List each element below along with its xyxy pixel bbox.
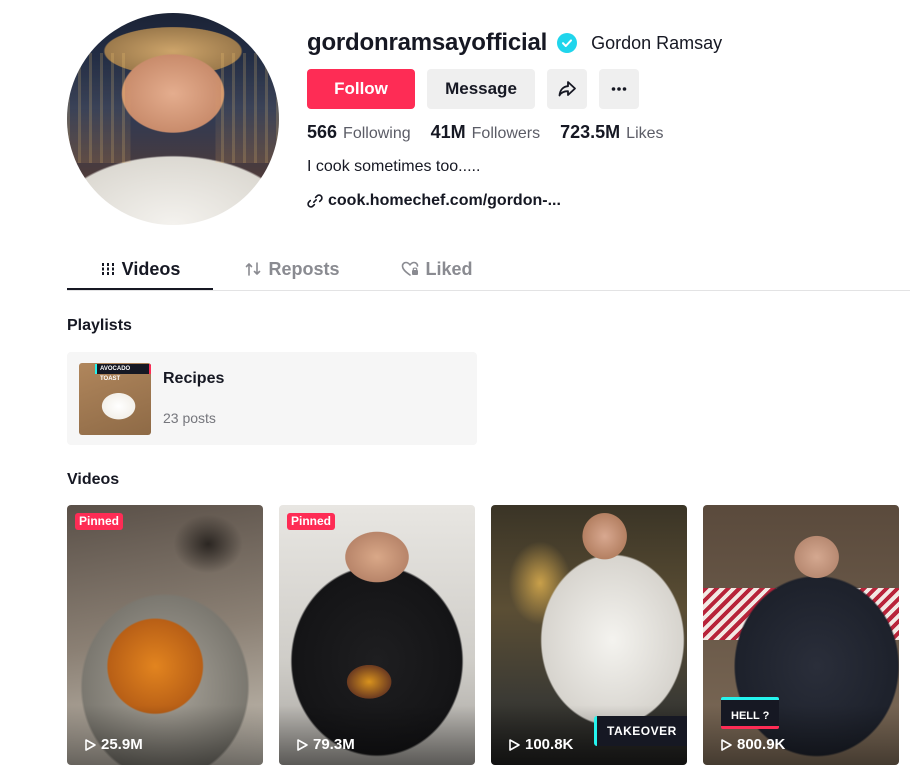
follow-button[interactable]: Follow bbox=[307, 69, 415, 109]
share-icon bbox=[558, 81, 576, 97]
message-button[interactable]: Message bbox=[427, 69, 535, 109]
tab-liked[interactable]: Liked bbox=[371, 248, 503, 290]
view-count: 100.8K bbox=[507, 736, 573, 753]
profile-bio: I cook sometimes too..... bbox=[307, 158, 481, 175]
repost-icon bbox=[246, 262, 261, 276]
tab-label: Liked bbox=[425, 258, 473, 279]
videos-heading: Videos bbox=[67, 471, 120, 488]
stat-value: 41M bbox=[430, 122, 466, 142]
tab-label: Reposts bbox=[268, 258, 340, 279]
stat-label: Following bbox=[343, 125, 411, 142]
stat-following[interactable]: 566 Following bbox=[307, 122, 411, 143]
profile-avatar[interactable] bbox=[67, 13, 279, 225]
play-icon bbox=[297, 738, 308, 751]
view-count: 25.9M bbox=[83, 736, 143, 753]
playlist-card[interactable]: AVOCADO TOAST Recipes 23 posts bbox=[67, 352, 477, 445]
verified-badge-icon bbox=[557, 33, 578, 53]
active-tab-indicator bbox=[67, 288, 213, 290]
heart-lock-icon bbox=[402, 261, 419, 276]
username-row: gordonramsayofficial Gordon Ramsay bbox=[307, 29, 722, 57]
profile-actions: Follow Message bbox=[307, 69, 639, 109]
view-count-value: 800.9K bbox=[737, 736, 786, 753]
video-card[interactable]: TAKEOVER 100.8K bbox=[491, 505, 687, 765]
video-card[interactable]: Pinned 25.9M bbox=[67, 505, 263, 765]
video-card[interactable]: HELL ? 800.9K bbox=[703, 505, 899, 765]
tab-videos[interactable]: Videos bbox=[67, 248, 213, 290]
playlist-thumbnail: AVOCADO TOAST bbox=[79, 363, 151, 435]
stat-likes: 723.5M Likes bbox=[560, 122, 663, 143]
playlist-name: Recipes bbox=[163, 370, 225, 387]
video-card[interactable]: Pinned 79.3M bbox=[279, 505, 475, 765]
pinned-badge: Pinned bbox=[287, 513, 336, 530]
more-options-button[interactable] bbox=[599, 69, 639, 109]
stat-value: 723.5M bbox=[560, 122, 621, 142]
link-icon bbox=[307, 194, 323, 208]
view-count-value: 79.3M bbox=[313, 736, 355, 753]
video-overlay bbox=[67, 705, 263, 765]
thumbnail-tag: AVOCADO TOAST bbox=[95, 364, 151, 382]
view-count-value: 25.9M bbox=[101, 736, 143, 753]
stat-followers[interactable]: 41M Followers bbox=[431, 122, 540, 143]
pinned-badge: Pinned bbox=[75, 513, 124, 530]
view-count: 800.9K bbox=[719, 736, 785, 753]
view-count: 79.3M bbox=[295, 736, 355, 753]
view-count-value: 100.8K bbox=[525, 736, 574, 753]
play-icon bbox=[721, 738, 732, 751]
stat-label: Followers bbox=[471, 125, 541, 142]
profile-tabs: Videos Reposts Liked bbox=[67, 248, 910, 291]
grid-icon bbox=[100, 263, 115, 275]
tab-reposts[interactable]: Reposts bbox=[213, 248, 371, 290]
profile-stats: 566 Following 41M Followers 723.5M Likes bbox=[307, 122, 684, 143]
playlists-heading: Playlists bbox=[67, 317, 132, 334]
video-grid: Pinned 25.9M Pinned 79.3M TAKEOVER 100.8… bbox=[67, 505, 899, 765]
video-caption-overlay: TAKEOVER bbox=[594, 716, 687, 746]
profile-link-text: cook.homechef.com/gordon-... bbox=[328, 192, 561, 209]
play-icon bbox=[85, 738, 96, 751]
stat-label: Likes bbox=[626, 125, 664, 142]
video-caption-overlay: HELL ? bbox=[721, 697, 780, 729]
avatar-background bbox=[67, 53, 279, 163]
share-button[interactable] bbox=[547, 69, 587, 109]
video-overlay bbox=[279, 705, 475, 765]
tab-label: Videos bbox=[121, 258, 181, 279]
username: gordonramsayofficial bbox=[307, 29, 548, 56]
playlist-post-count: 23 posts bbox=[163, 410, 216, 426]
more-icon bbox=[611, 87, 627, 91]
stat-value: 566 bbox=[307, 122, 338, 142]
profile-link[interactable]: cook.homechef.com/gordon-... bbox=[307, 192, 561, 210]
play-icon bbox=[509, 738, 520, 751]
display-name: Gordon Ramsay bbox=[591, 32, 723, 53]
